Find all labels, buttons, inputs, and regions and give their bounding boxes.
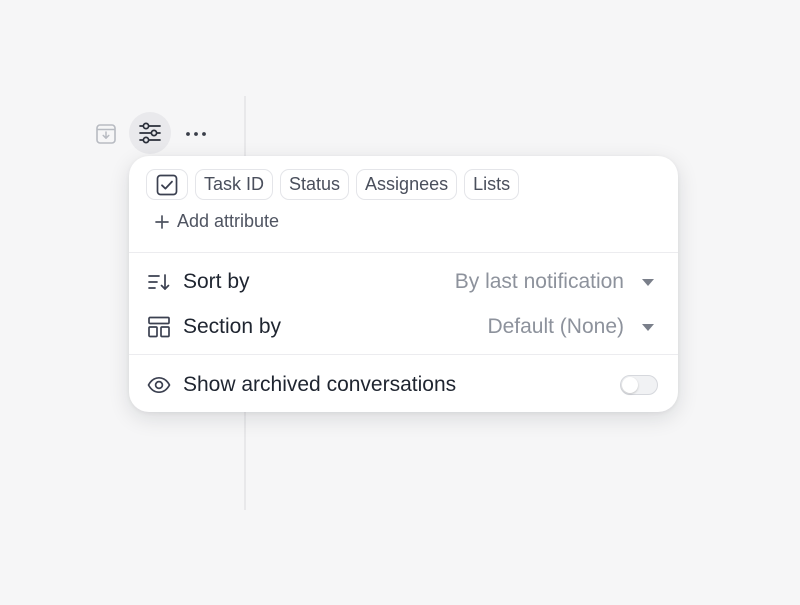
sort-by-label: Sort by — [183, 270, 250, 293]
attribute-chip-lists[interactable]: Lists — [464, 169, 520, 200]
view-options-button[interactable] — [129, 112, 171, 154]
checkbox-attribute-chip[interactable] — [146, 169, 188, 200]
archive-download-icon — [96, 124, 116, 144]
attribute-chips: Task ID Status Assignees Lists — [146, 169, 520, 200]
show-archived-row[interactable]: Show archived conversations — [147, 370, 658, 400]
caret-down-icon — [642, 323, 654, 331]
more-horizontal-icon — [186, 132, 206, 136]
add-attribute-button[interactable]: Add attribute — [155, 211, 279, 232]
attribute-chip-assignees[interactable]: Assignees — [356, 169, 458, 200]
eye-icon — [147, 373, 171, 397]
sort-by-dropdown[interactable]: By last notification — [455, 270, 658, 294]
section-by-label: Section by — [183, 315, 282, 338]
plus-icon — [155, 214, 169, 229]
view-options-popover: Task ID Status Assignees Lists Add attri… — [129, 156, 678, 412]
section-by-dropdown[interactable]: Default (None) — [487, 315, 658, 339]
sort-by-value: By last notification — [454, 270, 624, 293]
more-options-button[interactable] — [180, 118, 212, 150]
divider — [129, 252, 678, 253]
toggle-knob — [622, 377, 638, 393]
sort-by-row[interactable]: Sort by By last notification — [147, 267, 658, 297]
sort-icon — [147, 270, 171, 294]
inbox-view: Task ID Status Assignees Lists Add attri… — [0, 0, 800, 605]
attribute-chip-status[interactable]: Status — [280, 169, 350, 200]
section-by-value: Default (None) — [487, 315, 624, 338]
layout-icon — [147, 315, 171, 339]
show-archived-toggle[interactable] — [620, 375, 658, 395]
checkbox-icon — [156, 174, 178, 195]
add-attribute-label: Add attribute — [177, 211, 280, 231]
show-archived-label: Show archived conversations — [183, 373, 457, 396]
section-by-row[interactable]: Section by Default (None) — [147, 312, 658, 342]
attribute-chip-task-id[interactable]: Task ID — [195, 169, 274, 200]
sliders-icon — [139, 122, 161, 144]
divider — [129, 354, 678, 355]
caret-down-icon — [642, 278, 654, 286]
archive-button[interactable] — [92, 120, 120, 148]
